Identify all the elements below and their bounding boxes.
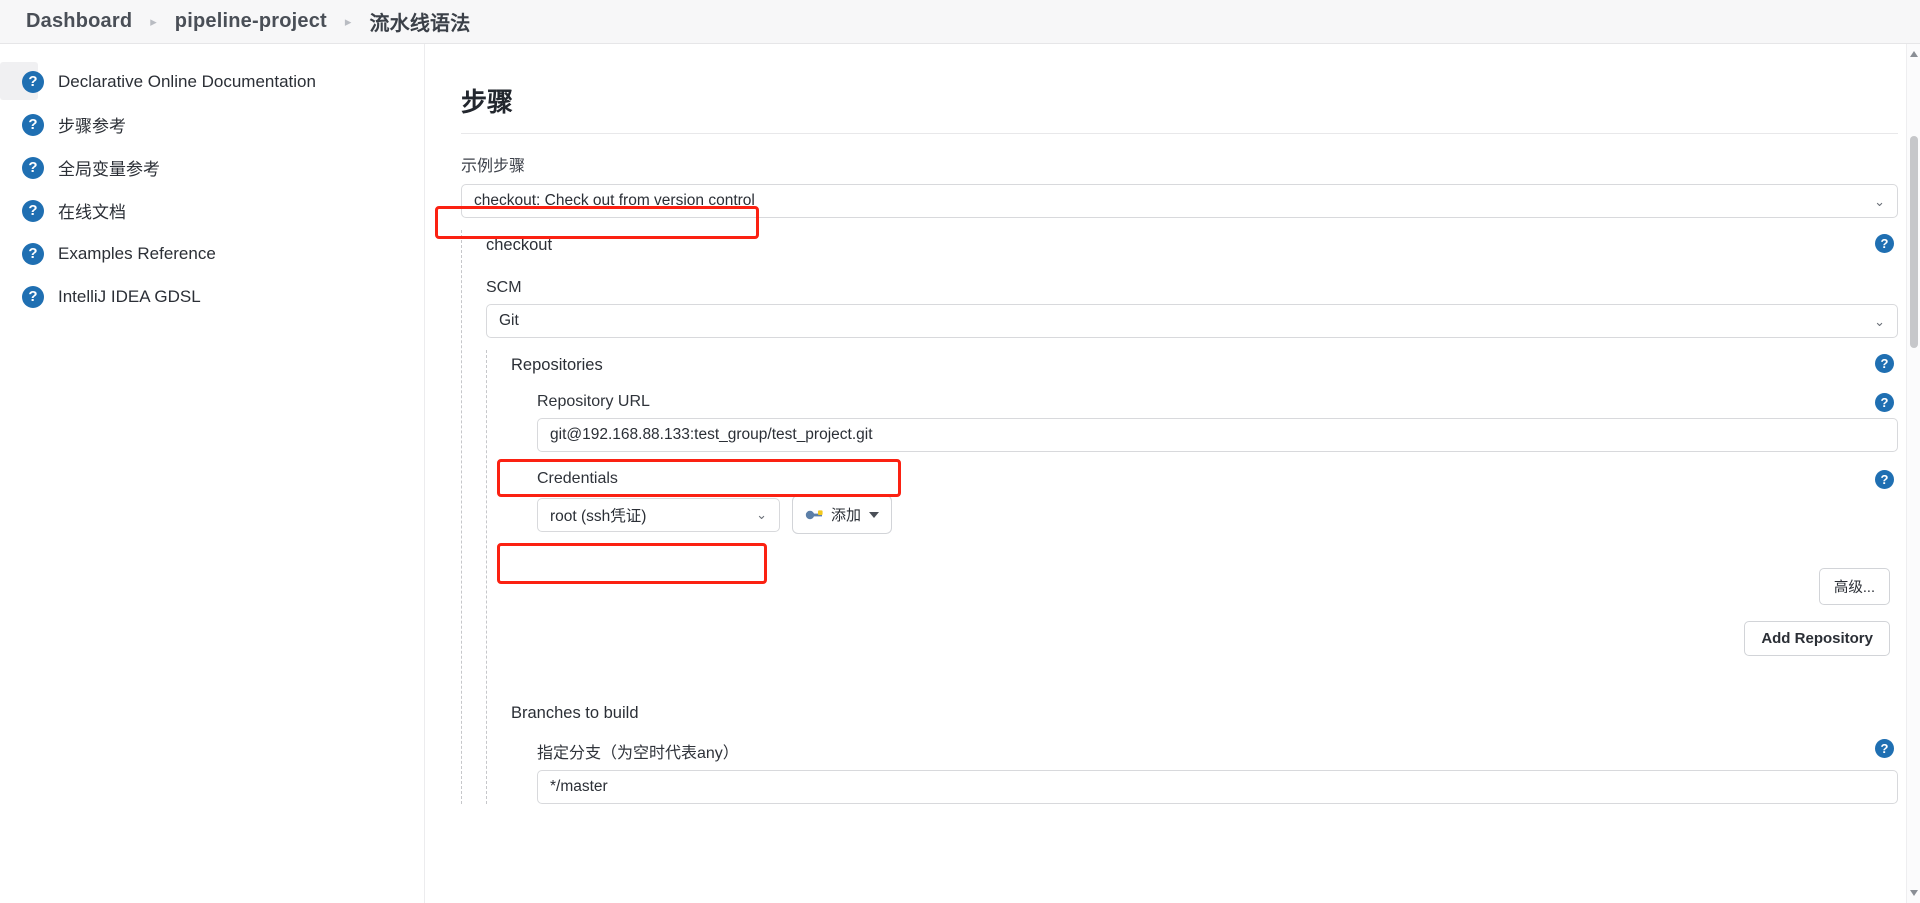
checkout-label: checkout xyxy=(486,236,553,254)
repository-fields: Repository URL ? git@192.168.88.133:test… xyxy=(511,393,1898,656)
credentials-controls: root (ssh凭证) ⌄ 添加 xyxy=(537,495,1898,534)
sidebar-item-global-variable-reference[interactable]: ? 全局变量参考 xyxy=(0,146,424,189)
sidebar-item-declarative-online-documentation[interactable]: ? Declarative Online Documentation xyxy=(0,60,424,103)
caret-down-icon xyxy=(869,511,880,518)
scm-label: SCM xyxy=(486,279,522,296)
page-body: ? Declarative Online Documentation ? 步骤参… xyxy=(0,44,1920,903)
add-credentials-button[interactable]: 添加 xyxy=(792,495,893,534)
help-icon[interactable]: ? xyxy=(1875,739,1894,758)
credentials-row: Credentials ? xyxy=(537,470,1898,489)
help-icon: ? xyxy=(22,242,44,265)
branch-specifier-input[interactable]: */master xyxy=(537,770,1898,804)
sidebar-item-label: Declarative Online Documentation xyxy=(58,71,316,91)
scrollbar[interactable] xyxy=(1906,44,1920,903)
chevron-down-icon: ⌄ xyxy=(756,507,767,522)
repositories-label: Repositories xyxy=(511,356,603,374)
branches-fields: 指定分支（为空时代表any） ? */master xyxy=(511,739,1898,804)
scm-value: Git xyxy=(499,312,519,329)
breadcrumb: Dashboard ▸ pipeline-project ▸ 流水线语法 xyxy=(0,0,1920,44)
help-icon: ? xyxy=(22,285,44,308)
sample-step-select[interactable]: checkout: Check out from version control… xyxy=(461,184,1898,218)
sample-step-value: checkout: Check out from version control xyxy=(474,192,755,209)
add-repository-button[interactable]: Add Repository xyxy=(1744,621,1890,656)
repositories-row: Repositories ? xyxy=(511,350,1898,379)
chevron-down-icon: ⌄ xyxy=(1874,193,1885,209)
breadcrumb-separator-icon: ▸ xyxy=(344,14,352,29)
help-icon[interactable]: ? xyxy=(1875,393,1894,412)
breadcrumb-item-pipeline-syntax[interactable]: 流水线语法 xyxy=(369,7,470,36)
advanced-button-row: 高级... xyxy=(537,568,1898,605)
chevron-down-icon: ⌄ xyxy=(1874,313,1885,329)
help-icon: ? xyxy=(22,70,44,93)
sidebar: ? Declarative Online Documentation ? 步骤参… xyxy=(0,44,425,903)
add-repository-row: Add Repository xyxy=(537,621,1898,656)
breadcrumb-item-project[interactable]: pipeline-project xyxy=(175,10,327,33)
checkout-label-row: checkout ? xyxy=(486,230,1898,259)
sidebar-item-label: Examples Reference xyxy=(58,243,216,263)
help-icon[interactable]: ? xyxy=(1875,470,1894,489)
advanced-button[interactable]: 高级... xyxy=(1818,568,1890,605)
repository-url-value: git@192.168.88.133:test_group/test_proje… xyxy=(550,426,873,443)
credentials-value: root (ssh凭证) xyxy=(550,507,647,525)
main-content: 步骤 示例步骤 checkout: Check out from version… xyxy=(425,44,1920,903)
breadcrumb-separator-icon: ▸ xyxy=(150,14,157,29)
sidebar-item-online-documentation[interactable]: ? 在线文档 xyxy=(0,189,424,232)
branch-specifier-row: 指定分支（为空时代表any） ? xyxy=(537,739,1898,763)
repository-url-input[interactable]: git@192.168.88.133:test_group/test_proje… xyxy=(537,418,1898,452)
checkout-step-group: checkout ? SCM Git ⌄ Repositories ? Repo… xyxy=(461,230,1898,804)
repository-url-row: Repository URL ? xyxy=(537,393,1898,412)
branches-to-build-label: Branches to build xyxy=(511,704,639,722)
sample-step-select-wrap: checkout: Check out from version control… xyxy=(461,184,1898,218)
help-icon[interactable]: ? xyxy=(1875,354,1894,373)
sidebar-item-label: 全局变量参考 xyxy=(58,160,160,179)
help-icon: ? xyxy=(22,113,44,136)
key-icon xyxy=(805,508,825,522)
repository-url-label: Repository URL xyxy=(537,393,650,410)
help-icon: ? xyxy=(22,156,44,179)
title-divider xyxy=(461,133,1898,134)
credentials-select[interactable]: root (ssh凭证) ⌄ xyxy=(537,497,780,532)
sidebar-item-label: 在线文档 xyxy=(58,203,126,222)
branch-specifier-value: */master xyxy=(550,778,608,795)
scroll-down-icon[interactable] xyxy=(1910,890,1918,896)
help-icon: ? xyxy=(22,199,44,222)
sidebar-item-examples-reference[interactable]: ? Examples Reference xyxy=(0,232,424,275)
breadcrumb-item-dashboard[interactable]: Dashboard xyxy=(26,10,132,33)
sidebar-item-label: 步骤参考 xyxy=(58,117,126,136)
sidebar-item-intellij-idea-gdsl[interactable]: ? IntelliJ IDEA GDSL xyxy=(0,275,424,318)
add-credentials-label: 添加 xyxy=(831,507,862,524)
git-scm-group: Repositories ? Repository URL ? git@192.… xyxy=(486,350,1898,804)
sample-step-label: 示例步骤 xyxy=(461,158,526,175)
scroll-up-icon[interactable] xyxy=(1910,51,1918,57)
sidebar-item-label: IntelliJ IDEA GDSL xyxy=(58,286,201,306)
branch-specifier-label: 指定分支（为空时代表any） xyxy=(537,745,739,762)
sidebar-item-step-reference[interactable]: ? 步骤参考 xyxy=(0,103,424,146)
help-icon[interactable]: ? xyxy=(1875,234,1894,253)
scm-select[interactable]: Git ⌄ xyxy=(486,304,1898,338)
pipeline-syntax-page: Dashboard ▸ pipeline-project ▸ 流水线语法 ? D… xyxy=(0,0,1920,903)
page-title: 步骤 xyxy=(461,87,514,117)
scrollbar-thumb[interactable] xyxy=(1910,136,1918,348)
credentials-label: Credentials xyxy=(537,470,618,487)
